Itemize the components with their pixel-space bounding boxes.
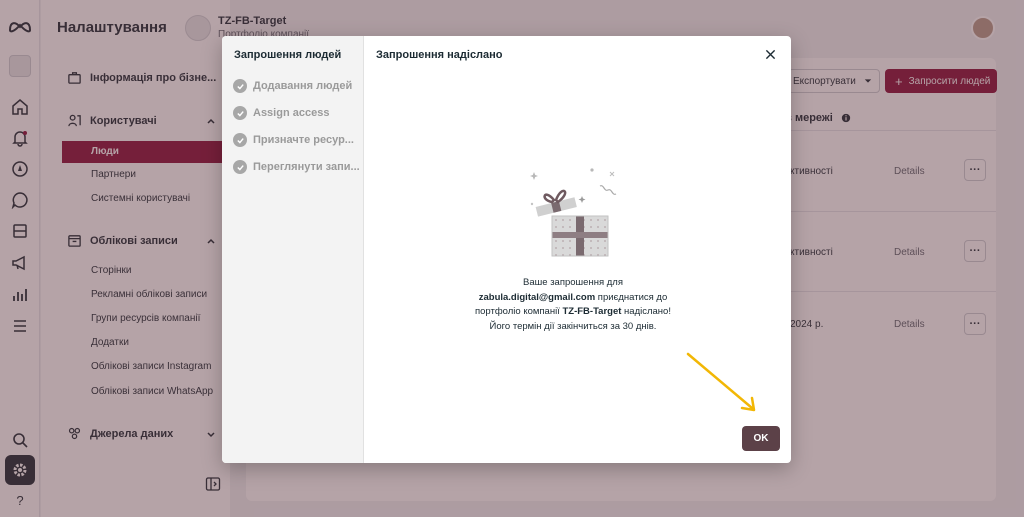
steps-title: Запрошення людей [234, 49, 342, 61]
invite-sent-message: Ваше запрошення для zabula.digital@gmail… [458, 276, 688, 334]
step-label: Переглянути запи... [253, 161, 360, 173]
message-line-3: портфоліо компанії [475, 306, 563, 317]
message-line-5: Його термін дії закінчиться за 30 днів. [489, 320, 657, 332]
invited-email: zabula.digital@gmail.com [478, 291, 596, 303]
ok-button[interactable]: OK [742, 426, 780, 451]
step-assign-resources: Призначте ресур... [233, 133, 354, 147]
message-line-4: надіслано! [621, 306, 671, 317]
business-name-bold: TZ-FB-Target [562, 306, 622, 317]
check-icon [233, 133, 247, 147]
annotation-arrow-icon [686, 352, 756, 412]
step-assign-access: Assign access [233, 106, 329, 120]
step-label: Додавання людей [253, 80, 353, 92]
check-icon [233, 79, 247, 93]
step-label: Assign access [253, 107, 330, 119]
check-icon [233, 160, 247, 174]
step-review: Переглянути запи... [233, 160, 360, 174]
step-add-people: Додавання людей [233, 79, 352, 93]
steps-panel: Запрошення людей Додавання людей Assign … [222, 36, 364, 463]
message-line-1: Ваше запрошення для [523, 277, 623, 288]
close-icon[interactable] [762, 46, 779, 63]
modal-title: Запрошення надіслано [376, 49, 503, 61]
step-label: Призначте ресур... [253, 134, 354, 146]
gift-illustration-icon [530, 168, 617, 257]
message-line-2: приєднатися до [595, 291, 668, 303]
check-icon [233, 106, 247, 120]
